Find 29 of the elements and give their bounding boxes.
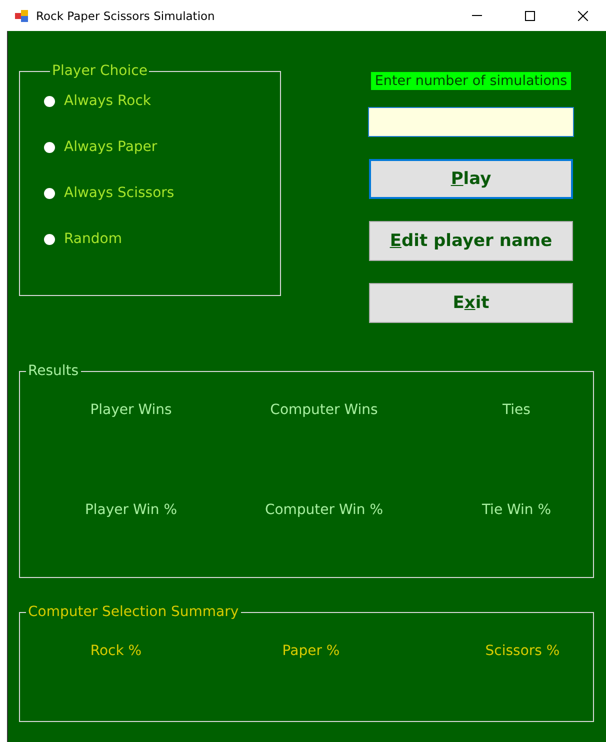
radio-label[interactable]: Always Paper [64,139,158,155]
result-label: Ties [502,402,532,418]
group-title: Player Choice [51,63,148,79]
result-label: Player Wins [89,402,173,418]
result-label: Player Win % [84,502,178,518]
summary-label: Paper % [281,643,341,659]
input-field[interactable] [368,107,574,137]
action-button[interactable]: Play [369,159,573,199]
radio-button[interactable] [44,96,55,106]
summary-label: Rock % [89,643,143,659]
action-button[interactable]: Exit [369,283,573,323]
action-button[interactable]: Edit player name [369,221,573,261]
result-label: Tie Win % [480,502,552,518]
radio-button[interactable] [44,188,55,198]
close-icon[interactable] [578,10,588,20]
field-label: Enter number of simulations [370,72,572,90]
maximize-icon[interactable] [525,10,535,20]
app-icon [15,8,29,22]
group-title: Computer Selection Summary [27,604,240,620]
group-title: Results [27,363,80,379]
radio-label[interactable]: Random [64,231,122,247]
summary-label: Scissors % [484,643,561,659]
result-label: Computer Wins [269,402,379,418]
radio-button[interactable] [44,142,55,152]
window-title: Rock Paper Scissors Simulation [36,8,216,22]
radio-label[interactable]: Always Rock [64,93,151,109]
radio-label[interactable]: Always Scissors [64,185,174,201]
radio-button[interactable] [44,234,55,244]
result-label: Computer Win % [264,502,384,518]
